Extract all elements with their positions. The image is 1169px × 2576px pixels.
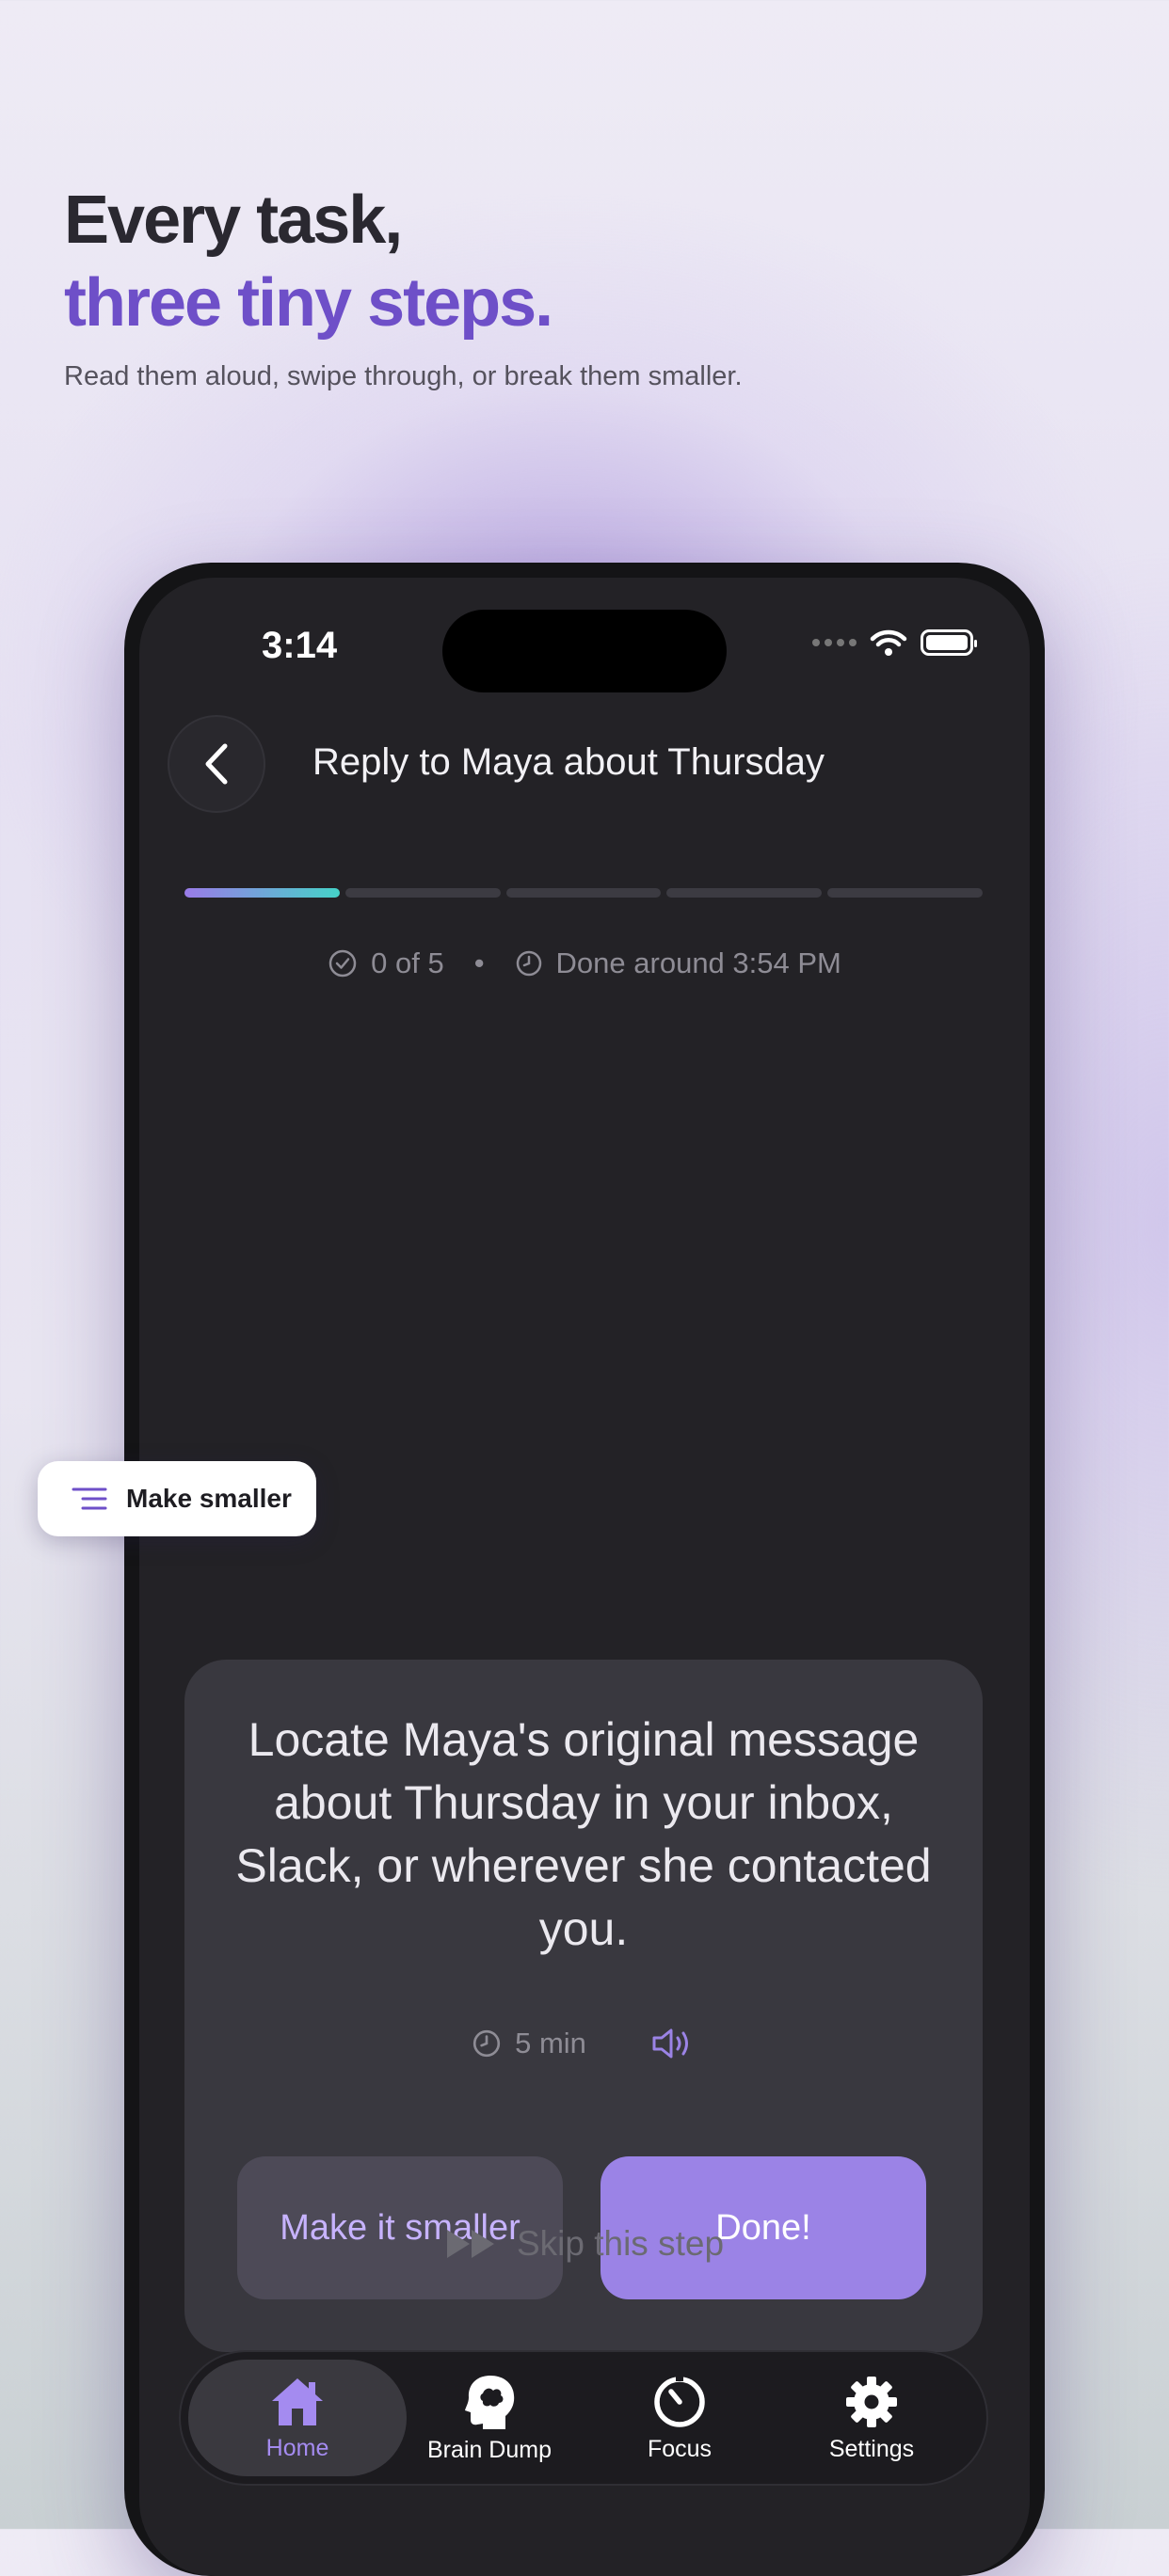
tab-bar: Home Brain Dump Focus Settings: [179, 2350, 988, 2486]
progress-segment: [827, 888, 983, 898]
tab-home[interactable]: Home: [188, 2360, 407, 2476]
hero-title-line1: Every task,: [64, 183, 403, 258]
progress-segment: [505, 888, 662, 898]
app-screen: 3:14 Reply to Maya about Thursday 0 of 5…: [139, 578, 1030, 2576]
skip-label: Skip this step: [516, 2224, 725, 2263]
signal-icon: [812, 639, 857, 646]
timer-icon: [654, 2375, 705, 2427]
gear-icon: [846, 2376, 897, 2427]
fast-forward-icon: [446, 2230, 494, 2258]
step-duration: 5 min: [515, 2027, 586, 2059]
wifi-icon: [870, 629, 907, 656]
tab-focus[interactable]: Focus: [570, 2360, 789, 2476]
back-button[interactable]: [168, 715, 265, 813]
make-smaller-callout: Make smaller: [38, 1461, 316, 1536]
phone-frame: 3:14 Reply to Maya about Thursday 0 of 5…: [124, 563, 1045, 2576]
eta-text: Done around 3:54 PM: [555, 946, 841, 979]
clock-icon: [472, 2029, 501, 2058]
battery-icon: [921, 629, 977, 656]
dynamic-island: [442, 610, 727, 692]
skip-step-button[interactable]: Skip this step: [139, 2224, 1030, 2264]
tab-label: Brain Dump: [427, 2436, 552, 2463]
check-circle-icon: [328, 949, 357, 978]
progress-meta: 0 of 5 • Done around 3:54 PM: [139, 946, 1030, 980]
step-progress-bar: [184, 888, 983, 898]
home-icon: [272, 2377, 323, 2425]
tab-settings[interactable]: Settings: [762, 2360, 981, 2476]
hero-header: Every task, three tiny steps. Read them …: [64, 179, 743, 392]
progress-segment: [184, 888, 340, 898]
speaker-icon[interactable]: [650, 2027, 696, 2060]
chevron-left-icon: [205, 743, 228, 785]
tab-label: Focus: [647, 2435, 713, 2462]
step-text: Locate Maya's original message about Thu…: [235, 1713, 932, 1955]
hero-subtitle: Read them aloud, swipe through, or break…: [64, 361, 743, 391]
callout-label: Make smaller: [126, 1484, 292, 1513]
status-icons: [812, 628, 977, 657]
list-indent-icon: [72, 1487, 107, 1510]
progress-segment: [666, 888, 823, 898]
tab-brain-dump[interactable]: Brain Dump: [380, 2360, 599, 2476]
separator-dot: •: [473, 946, 485, 979]
hero-title-line2: three tiny steps.: [64, 265, 553, 341]
tab-label: Home: [265, 2434, 329, 2461]
task-title: Reply to Maya about Thursday: [312, 741, 825, 783]
status-time: 3:14: [262, 625, 338, 666]
progress-segment: [344, 888, 501, 898]
step-meta: 5 min: [184, 2027, 983, 2060]
clock-icon: [516, 950, 541, 977]
step-count: 0 of 5: [371, 946, 444, 979]
brain-head-icon: [465, 2375, 515, 2429]
tab-label: Settings: [828, 2435, 915, 2462]
